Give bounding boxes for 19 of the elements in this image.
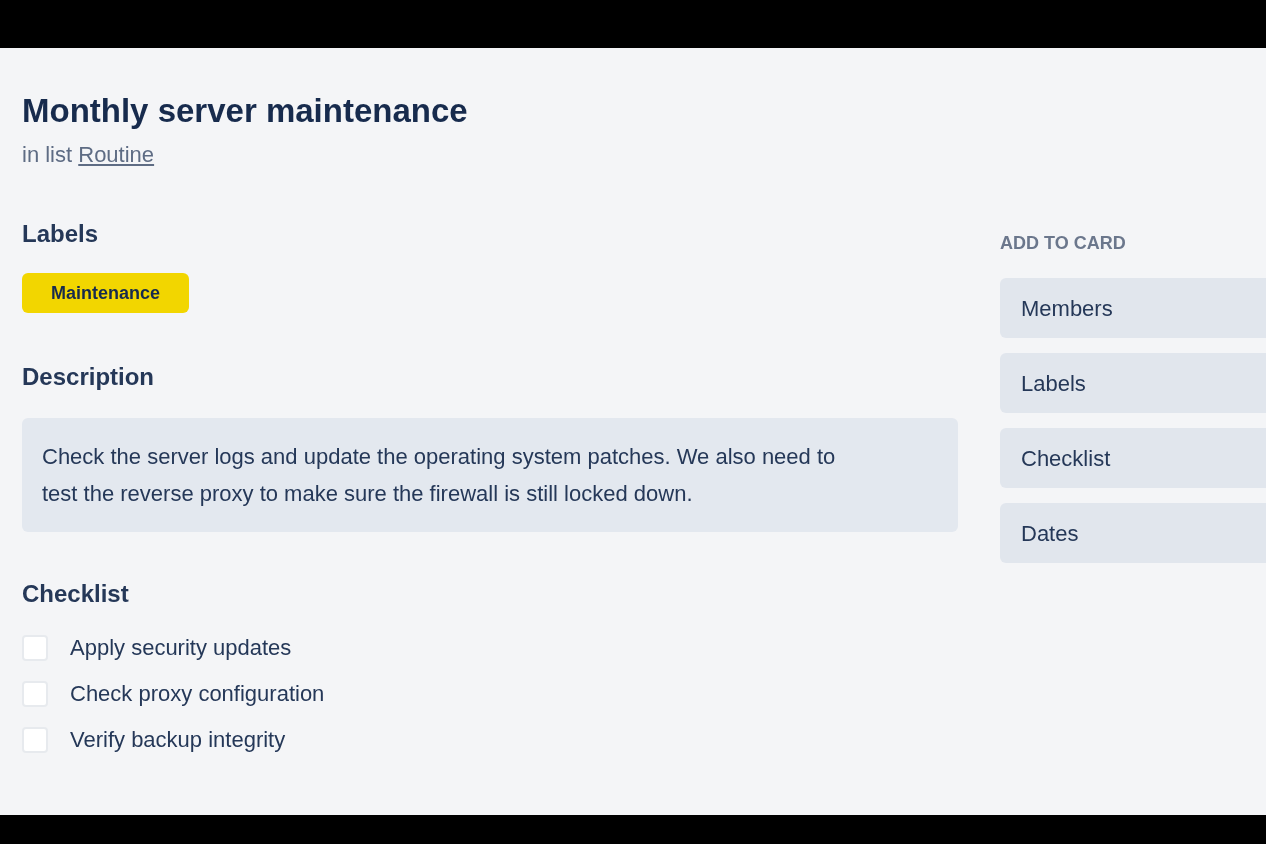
description-text: Check the server logs and update the operating system patches. We also need to test the reverse proxy to make sure the firewall is still locked down. <box>22 418 958 532</box>
checkbox[interactable] <box>22 727 48 753</box>
checkbox[interactable] <box>22 681 48 707</box>
add-to-card-button[interactable]: Dates <box>1000 503 1266 563</box>
checkbox[interactable] <box>22 635 48 661</box>
section-heading: Labels <box>22 219 99 249</box>
checklist-item-text: Apply security updates <box>70 634 292 662</box>
add-to-card-button[interactable]: Checklist <box>1000 428 1266 488</box>
label-chip[interactable]: Maintenance <box>22 273 189 313</box>
list-link[interactable]: Routine <box>78 142 155 167</box>
section-heading: Checklist <box>22 579 129 609</box>
checklist-item-text: Check proxy configuration <box>70 680 325 708</box>
add-to-card-button[interactable]: Labels <box>1000 353 1266 413</box>
card-title: Monthly server maintenance <box>22 91 468 131</box>
add-to-card-button[interactable]: Members <box>1000 278 1266 338</box>
sidebar-heading: ADD TO CARD <box>1000 232 1126 255</box>
list-location-text: in list Routine <box>22 141 155 169</box>
checklist-item-text: Verify backup integrity <box>70 726 286 754</box>
section-heading: Description <box>22 362 155 392</box>
